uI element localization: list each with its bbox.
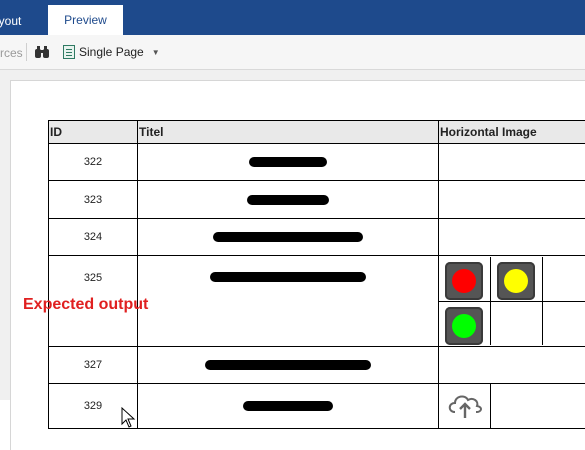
- table-row: 323: [49, 181, 585, 219]
- toolbar-truncated-label[interactable]: rces: [0, 46, 23, 60]
- green-bulb: [452, 314, 476, 338]
- yellow-bulb: [504, 269, 528, 293]
- image-slot: [439, 384, 491, 428]
- binoculars-icon[interactable]: [34, 45, 50, 59]
- page-mode-dropdown[interactable]: Single Page ▼: [63, 44, 160, 60]
- mouse-cursor-icon: [121, 407, 137, 429]
- redaction-mark: [205, 360, 371, 370]
- row-image-cell: [439, 347, 585, 384]
- horizontal-image-grid: [439, 257, 585, 345]
- row-id: 324: [49, 219, 138, 256]
- image-slot: [439, 257, 491, 301]
- page-mode-label: Single Page: [79, 45, 144, 59]
- column-header-image: Horizontal Image: [439, 121, 585, 144]
- row-image-cell: [439, 384, 585, 429]
- table-row: 322: [49, 144, 585, 181]
- image-slot: [543, 301, 585, 345]
- row-id: 327: [49, 347, 138, 384]
- horizontal-image-grid: [439, 384, 585, 428]
- red-bulb: [452, 269, 476, 293]
- redaction-mark: [249, 157, 327, 167]
- image-row: [439, 301, 585, 345]
- row-title-redacted: [138, 144, 439, 181]
- row-image-cell: [439, 219, 585, 256]
- cloud-upload-icon: [445, 390, 485, 422]
- traffic-light-yellow-icon: [497, 262, 535, 300]
- image-slot: [543, 257, 585, 301]
- toolbar: rces Single Page ▼: [0, 35, 585, 70]
- row-image-cell: [439, 181, 585, 219]
- image-slot: [439, 301, 491, 345]
- row-id: 322: [49, 144, 138, 181]
- row-title-redacted: [138, 347, 439, 384]
- tab-preview[interactable]: Preview: [48, 5, 123, 35]
- row-title-redacted: [138, 181, 439, 219]
- row-title-redacted: [138, 384, 439, 429]
- redaction-mark: [243, 401, 333, 411]
- row-title-redacted: [138, 256, 439, 347]
- table-row: 327: [49, 347, 585, 384]
- redaction-mark: [210, 272, 366, 282]
- table-header-row: ID Titel Horizontal Image: [49, 121, 585, 144]
- toolbar-separator: [26, 43, 27, 61]
- chevron-down-icon: ▼: [152, 48, 160, 57]
- tab-layout[interactable]: ayout: [0, 7, 21, 35]
- annotation-expected-output: Expected output: [23, 296, 148, 314]
- ribbon-tab-bar: ayout Preview: [0, 0, 585, 35]
- column-header-title: Titel: [138, 121, 439, 144]
- row-title-redacted: [138, 219, 439, 256]
- page-icon: [63, 45, 75, 59]
- table-row: 324: [49, 219, 585, 256]
- image-slot: [491, 257, 543, 301]
- traffic-light-green-icon: [445, 307, 483, 345]
- image-slot: [491, 301, 543, 345]
- report-table: ID Titel Horizontal Image 322 323 324 32…: [48, 120, 585, 429]
- redaction-mark: [247, 195, 329, 205]
- row-image-cell: [439, 144, 585, 181]
- column-header-id: ID: [49, 121, 138, 144]
- row-id: 323: [49, 181, 138, 219]
- redaction-mark: [213, 232, 363, 242]
- row-image-cell: [439, 256, 585, 347]
- traffic-light-red-icon: [445, 262, 483, 300]
